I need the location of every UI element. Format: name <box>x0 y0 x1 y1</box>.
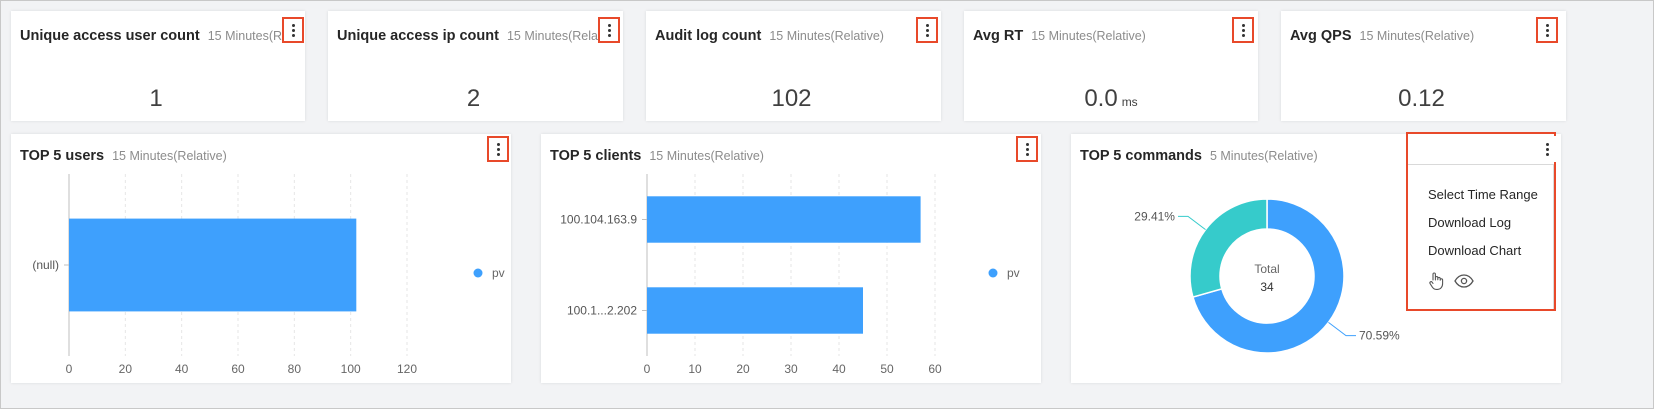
metric-card-avg-rt: Avg RT 15 Minutes(Relative) 0.0 ms <box>964 11 1258 121</box>
card-title-text: Avg RT <box>973 28 1024 44</box>
x-tick-label: 50 <box>880 362 894 376</box>
card-title: Unique access user count 15 Minutes(R... <box>20 28 292 44</box>
hand-pointer-icon[interactable] <box>1427 271 1445 291</box>
kebab-icon <box>291 23 295 37</box>
x-tick-label: 40 <box>175 362 189 376</box>
kebab-icon <box>1545 142 1549 156</box>
slice-label: 70.59% <box>1359 329 1400 343</box>
top-users-chart: 0 20 40 60 80 100 120 (null) pv <box>32 174 505 376</box>
x-tick-label: 40 <box>832 362 846 376</box>
legend-marker <box>473 268 483 278</box>
kebab-icon <box>1241 23 1245 37</box>
more-options-button[interactable] <box>1232 17 1254 43</box>
slice-leader-line <box>1177 215 1206 230</box>
menu-item-download-log[interactable]: Download Log <box>1428 215 1511 230</box>
y-tick-label: 100.104.163.9 <box>560 213 637 227</box>
card-title-text: Audit log count <box>655 28 762 44</box>
more-options-button[interactable] <box>598 17 620 43</box>
top-commands-chart: 70.59% 29.41% Total 34 <box>1134 198 1400 354</box>
legend-marker <box>988 268 998 278</box>
legend-label: pv <box>1007 266 1020 280</box>
kebab-icon <box>1545 23 1549 37</box>
x-tick-label: 100 <box>341 362 361 376</box>
x-tick-label: 0 <box>644 362 651 376</box>
bar <box>647 196 921 243</box>
slice-label: 29.41% <box>1134 209 1175 223</box>
metric-number: 0.0 <box>1084 85 1118 112</box>
donut-center-label: Total <box>1254 262 1279 276</box>
x-tick-label: 20 <box>119 362 133 376</box>
x-tick-label: 120 <box>397 362 417 376</box>
donut-center-value: 34 <box>1260 280 1274 294</box>
card-time-range: 15 Minutes(Relative) <box>1031 29 1146 43</box>
pie-slice <box>1189 198 1268 298</box>
kebab-icon <box>607 23 611 37</box>
metric-card-unique-ips: Unique access ip count 15 Minutes(Relati … <box>328 11 623 121</box>
metric-card-avg-qps: Avg QPS 15 Minutes(Relative) 0.12 <box>1281 11 1566 121</box>
menu-item-select-time-range[interactable]: Select Time Range <box>1428 187 1538 202</box>
card-time-range: 15 Minutes(R... <box>207 29 293 43</box>
x-tick-label: 60 <box>231 362 245 376</box>
top-clients-card: TOP 5 clients 15 Minutes(Relative) 0 10 20 3… <box>541 134 1041 383</box>
more-options-button[interactable] <box>1536 17 1558 43</box>
kebab-icon <box>925 23 929 37</box>
menu-panel: Select Time Range Download Log Download … <box>1408 164 1554 309</box>
metric-value: 0.0 ms <box>964 85 1258 113</box>
legend-label: pv <box>492 266 505 280</box>
top-users-card: TOP 5 users 15 Minutes(Relative) 0 20 40 60 8… <box>11 134 511 383</box>
more-options-button[interactable] <box>916 17 938 43</box>
card-title: Avg RT 15 Minutes(Relative) <box>973 28 1146 44</box>
metric-value: 0.12 <box>1281 85 1566 113</box>
metric-card-unique-users: Unique access user count 15 Minutes(R... … <box>11 11 305 121</box>
metric-value: 102 <box>646 85 941 113</box>
dashboard: Unique access user count 15 Minutes(R... … <box>0 0 1654 409</box>
eye-icon[interactable] <box>1454 274 1474 288</box>
options-dropdown: Select Time Range Download Log Download … <box>1406 132 1558 311</box>
metric-unit: ms <box>1121 95 1138 109</box>
bar <box>647 287 863 334</box>
metric-value: 2 <box>328 85 623 113</box>
card-title-text: Unique access ip count <box>337 28 499 44</box>
bar <box>69 218 357 312</box>
card-title: Audit log count 15 Minutes(Relative) <box>655 28 884 44</box>
x-tick-label: 0 <box>66 362 73 376</box>
x-tick-label: 60 <box>928 362 942 376</box>
more-options-button[interactable] <box>282 17 304 43</box>
x-tick-label: 30 <box>784 362 798 376</box>
y-tick-label: 100.1...2.202 <box>567 304 637 318</box>
x-tick-label: 80 <box>288 362 302 376</box>
card-time-range: 15 Minutes(Relati <box>506 29 605 43</box>
card-title-text: Avg QPS <box>1290 28 1352 44</box>
metric-number: 1 <box>149 85 163 112</box>
menu-item-download-chart[interactable]: Download Chart <box>1428 243 1521 258</box>
card-time-range: 15 Minutes(Relative) <box>769 29 884 43</box>
card-title: Unique access ip count 15 Minutes(Relati <box>337 28 604 44</box>
metric-number: 102 <box>771 85 812 112</box>
more-options-button[interactable] <box>1536 136 1558 162</box>
x-tick-label: 20 <box>736 362 750 376</box>
card-title-text: Unique access user count <box>20 28 200 44</box>
metric-value: 1 <box>11 85 305 113</box>
metric-number: 2 <box>466 85 481 112</box>
card-time-range: 15 Minutes(Relative) <box>1359 29 1475 43</box>
metric-number: 0.12 <box>1398 85 1445 112</box>
top-clients-chart: 0 10 20 30 40 50 60 100.104.163.9 100.1...2.202 p… <box>560 174 1020 376</box>
card-title: Avg QPS 15 Minutes(Relative) <box>1290 28 1474 44</box>
y-tick-label: (null) <box>32 258 59 272</box>
metric-card-audit-log: Audit log count 15 Minutes(Relative) 102 <box>646 11 941 121</box>
x-tick-label: 10 <box>688 362 702 376</box>
top-commands-card: TOP 5 commands 5 Minutes(Relative) 70.59%… <box>1071 132 1561 383</box>
slice-leader-line <box>1328 322 1357 337</box>
